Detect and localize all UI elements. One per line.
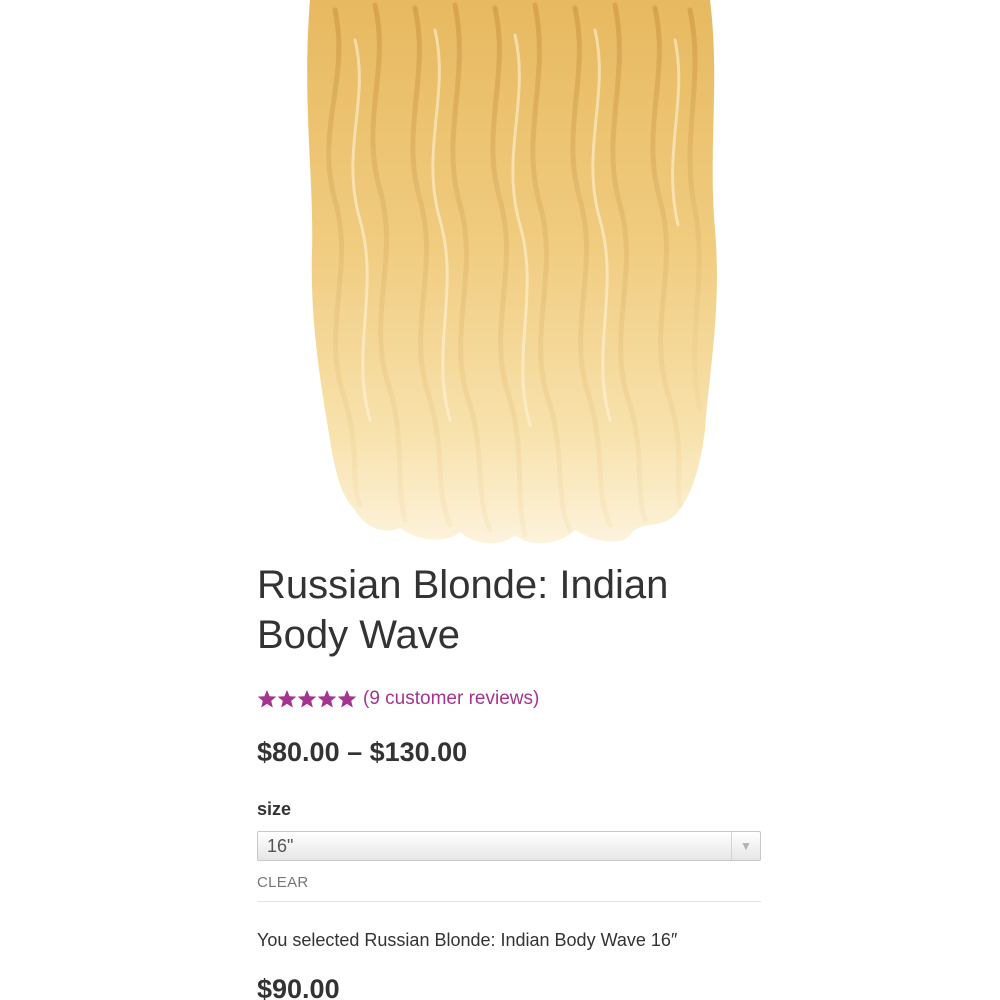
star-icon xyxy=(297,690,317,708)
product-page: Russian Blonde: Indian Body Wave (9 cust… xyxy=(0,0,1000,1000)
star-icon xyxy=(277,690,297,708)
size-select-value: 16" xyxy=(267,835,294,856)
product-summary: Russian Blonde: Indian Body Wave (9 cust… xyxy=(257,560,762,1000)
product-title-line-2: Body Wave xyxy=(257,613,461,657)
hair-bundle-image xyxy=(307,0,717,544)
variation-price: $90.00 xyxy=(257,974,340,1000)
product-image[interactable] xyxy=(290,0,730,550)
chevron-down-icon[interactable]: ▼ xyxy=(731,832,760,860)
star-rating xyxy=(257,689,357,709)
size-label: size xyxy=(257,799,292,819)
star-icon xyxy=(317,690,337,708)
selected-variation-text: You selected Russian Blonde: Indian Body… xyxy=(257,930,678,950)
price-range: $80.00 – $130.00 xyxy=(257,737,468,767)
product-rating: (9 customer reviews) xyxy=(257,686,762,712)
divider xyxy=(257,901,761,902)
customer-reviews-link[interactable]: (9 customer reviews) xyxy=(363,688,539,710)
star-icon xyxy=(257,690,277,708)
product-title-line-1: Russian Blonde: Indian xyxy=(257,563,669,607)
product-title: Russian Blonde: Indian Body Wave xyxy=(257,560,762,660)
clear-selection-link[interactable]: CLEAR xyxy=(257,874,309,891)
size-select[interactable]: 16" ▼ xyxy=(257,831,761,861)
star-icon xyxy=(337,690,357,708)
